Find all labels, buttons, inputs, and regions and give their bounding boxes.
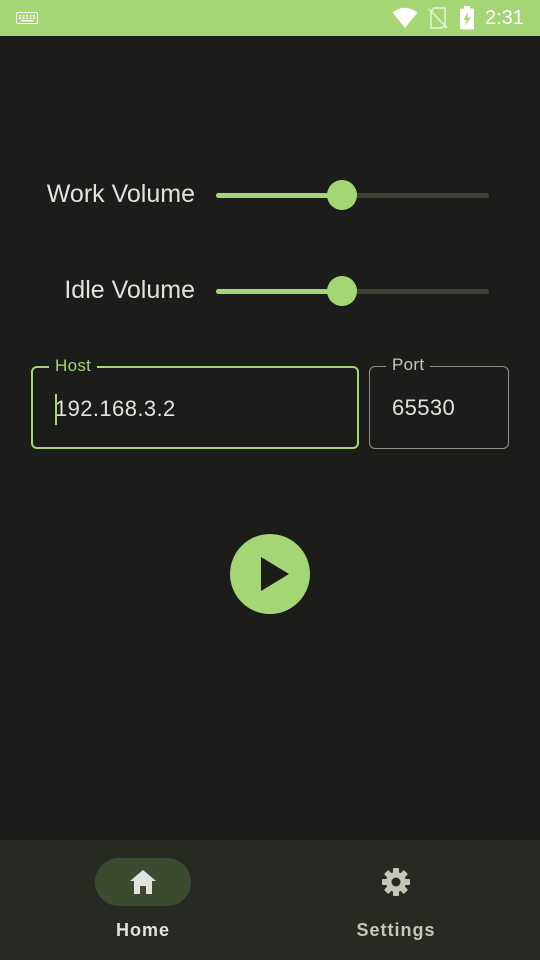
battery-charging-icon (460, 6, 474, 30)
nav-label-home: Home (115, 920, 170, 940)
idle-volume-slider[interactable] (216, 276, 489, 306)
nav-label-settings: Settings (356, 920, 436, 940)
keyboard-icon (16, 12, 38, 24)
port-input[interactable]: 65530 (392, 395, 455, 421)
work-volume-slider[interactable] (216, 180, 489, 210)
host-field[interactable]: Host 192.168.3.2 (31, 356, 359, 449)
port-field[interactable]: Port 65530 (369, 355, 509, 449)
idle-volume-thumb[interactable] (326, 276, 357, 306)
bottom-navigation: Home Settings (0, 840, 540, 960)
wifi-icon (392, 7, 418, 28)
home-icon (130, 870, 156, 894)
gear-icon (382, 868, 410, 896)
idle-volume-row: Idle Volume (0, 271, 540, 311)
status-bar: 2:31 (0, 0, 540, 36)
text-cursor (55, 394, 57, 425)
port-label: Port (386, 355, 431, 375)
nav-item-home[interactable]: Home (8, 840, 278, 960)
no-sim-icon (428, 7, 448, 29)
idle-volume-fill (216, 289, 342, 294)
host-input[interactable]: 192.168.3.2 (55, 396, 176, 422)
work-volume-row: Work Volume (0, 175, 540, 215)
play-icon (261, 557, 289, 591)
host-label: Host (49, 356, 98, 376)
play-button[interactable] (230, 534, 310, 614)
work-volume-fill (216, 193, 342, 198)
nav-item-settings[interactable]: Settings (261, 840, 531, 960)
status-time: 2:31 (485, 7, 524, 29)
work-volume-thumb[interactable] (326, 180, 357, 210)
work-volume-label: Work Volume (46, 180, 195, 208)
idle-volume-label: Idle Volume (64, 276, 195, 304)
